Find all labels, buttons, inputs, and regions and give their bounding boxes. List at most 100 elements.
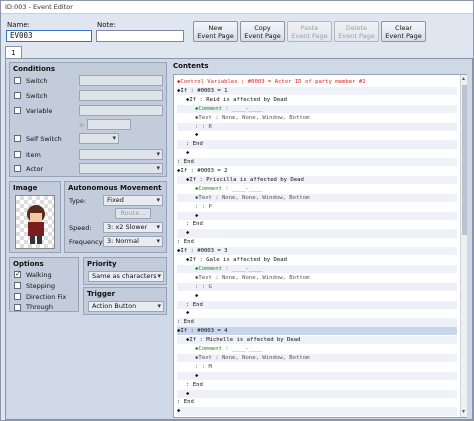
command-line[interactable]: ◆ [177, 292, 457, 300]
command-line[interactable]: : : P [177, 203, 457, 211]
switch2-select[interactable] [79, 90, 163, 101]
command-line[interactable]: : : M [177, 363, 457, 371]
command-line[interactable]: : End [177, 300, 457, 309]
command-line[interactable]: ◆If : #0003 = 3 [177, 247, 457, 256]
contents-title: Contents [173, 62, 209, 70]
window-title: ID:003 - Event Editor [5, 3, 73, 11]
command-line[interactable]: : End [177, 381, 457, 389]
command-line[interactable]: ◆If : Reid is affected by Dead [177, 96, 457, 104]
walking-label: Walking [26, 271, 52, 279]
route-button[interactable]: Route... [115, 208, 151, 219]
command-line[interactable]: : End [177, 158, 457, 167]
scroll-up-icon[interactable]: ▴ [462, 75, 465, 82]
priority-select[interactable]: Same as characters [88, 271, 164, 282]
variable-symbol: ≥ [79, 121, 85, 129]
command-line[interactable]: : : G [177, 282, 457, 291]
switch1-select[interactable] [79, 75, 163, 86]
variable-checkbox[interactable] [14, 107, 21, 114]
command-line[interactable]: : : R [177, 122, 457, 131]
command-line[interactable]: : End [177, 398, 457, 406]
self-switch-select[interactable] [79, 133, 119, 144]
trigger-panel: Trigger Action Button [83, 287, 167, 315]
command-line[interactable]: ◆If : Michelle is affected by Dead [177, 336, 457, 345]
command-line[interactable]: ◆ [177, 229, 457, 238]
speed-select[interactable]: 3: x2 Slower [103, 222, 163, 233]
name-label: Name: [7, 21, 31, 29]
frequency-label: Frequency: [69, 238, 105, 246]
contents-scrollbar[interactable]: ▴ ▾ [460, 75, 467, 417]
walking-checkbox[interactable] [14, 270, 21, 278]
through-label: Through [26, 303, 53, 311]
command-line[interactable]: ◆Control Variables : #0003 = Actor ID of… [177, 78, 457, 86]
type-select[interactable]: Fixed [103, 195, 163, 206]
actor-select[interactable] [79, 163, 163, 174]
command-line[interactable]: ◆Comment : ____-____ [177, 264, 457, 274]
priority-title: Priority [87, 260, 117, 268]
command-line[interactable]: : End [177, 140, 457, 149]
command-line[interactable]: ◆ [177, 309, 457, 317]
command-line[interactable]: ◆If : #0003 = 1 [177, 86, 457, 96]
command-line[interactable]: ◆Text : None, None, Window, Bottom [177, 353, 457, 363]
new-event-page-button[interactable]: New Event Page [193, 21, 238, 42]
command-line[interactable]: ◆Text : None, None, Window, Bottom [177, 274, 457, 282]
character-image[interactable] [15, 195, 55, 249]
direction-fix-checkbox[interactable] [14, 293, 21, 300]
stepping-label: Stepping [26, 282, 55, 290]
clear-event-page-button[interactable]: Clear Event Page [381, 21, 426, 42]
character-sprite-icon [27, 205, 45, 244]
trigger-title: Trigger [87, 290, 116, 298]
self-switch-checkbox[interactable] [14, 135, 21, 142]
command-line[interactable]: ◆ [177, 371, 457, 380]
through-checkbox[interactable] [14, 304, 21, 311]
command-line[interactable]: ◆Text : None, None, Window, Bottom [177, 114, 457, 122]
switch1-checkbox[interactable] [14, 77, 21, 84]
trigger-select[interactable]: Action Button [88, 301, 164, 312]
actor-checkbox[interactable] [14, 165, 21, 172]
scrollbar-thumb[interactable] [462, 85, 467, 235]
note-label: Note: [97, 21, 116, 29]
frequency-select[interactable]: 3: Normal [103, 236, 163, 247]
item-label: Item [26, 151, 41, 159]
command-line[interactable]: ◆ [177, 389, 457, 398]
event-editor-window: ID:003 - Event Editor Name: EV003 Note: … [0, 0, 474, 421]
note-input[interactable] [96, 30, 184, 42]
command-line[interactable]: ◆ [177, 131, 457, 139]
command-line[interactable]: ◆ [177, 211, 457, 220]
command-line[interactable]: ◆Comment : ____-____ [177, 104, 457, 113]
switch2-checkbox[interactable] [14, 92, 21, 99]
autonomous-movement-title: Autonomous Movement [68, 184, 162, 192]
variable-select[interactable] [79, 105, 163, 116]
conditions-panel: Conditions Switch Switch Variable ≥ Self… [9, 62, 167, 177]
item-select[interactable] [79, 149, 163, 160]
type-label: Type: [69, 197, 87, 205]
name-input[interactable]: EV003 [6, 30, 92, 42]
copy-event-page-button[interactable]: Copy Event Page [240, 21, 285, 42]
switch1-label: Switch [26, 77, 48, 85]
stepping-checkbox[interactable] [14, 282, 21, 289]
command-line[interactable]: ◆If : #0003 = 4 [177, 327, 457, 336]
command-line[interactable]: ◆Comment : ____-____ [177, 185, 457, 193]
delete-event-page-button[interactable]: Delete Event Page [334, 21, 379, 42]
autonomous-movement-panel: Autonomous Movement Type: Fixed Route...… [64, 181, 167, 253]
image-title: Image [13, 184, 38, 192]
command-line[interactable]: : End [177, 318, 457, 327]
command-line[interactable]: ◆If : Priscilla is affected by Dead [177, 175, 457, 185]
contents-list[interactable]: ◆Control Variables : #0003 = Actor ID of… [173, 74, 467, 418]
command-line[interactable]: ◆Comment : ____-____ [177, 345, 457, 353]
command-line[interactable]: ◆Text : None, None, Window, Bottom [177, 193, 457, 202]
command-line[interactable]: ◆If : Gale is affected by Dead [177, 256, 457, 264]
direction-fix-label: Direction Fix [26, 293, 67, 301]
conditions-title: Conditions [13, 65, 56, 73]
actor-label: Actor [26, 165, 44, 173]
item-checkbox[interactable] [14, 151, 21, 158]
scroll-down-icon[interactable]: ▾ [462, 408, 465, 415]
command-line[interactable]: : End [177, 238, 457, 246]
command-line[interactable]: ◆ [177, 407, 457, 416]
paste-event-page-button[interactable]: Paste Event Page [287, 21, 332, 42]
command-line[interactable]: : End [177, 220, 457, 228]
options-title: Options [13, 260, 44, 268]
variable-value-input[interactable] [87, 119, 131, 130]
options-panel: Options Walking Stepping Direction Fix T… [9, 257, 79, 312]
command-line[interactable]: ◆ [177, 149, 457, 157]
command-line[interactable]: ◆If : #0003 = 2 [177, 167, 457, 175]
